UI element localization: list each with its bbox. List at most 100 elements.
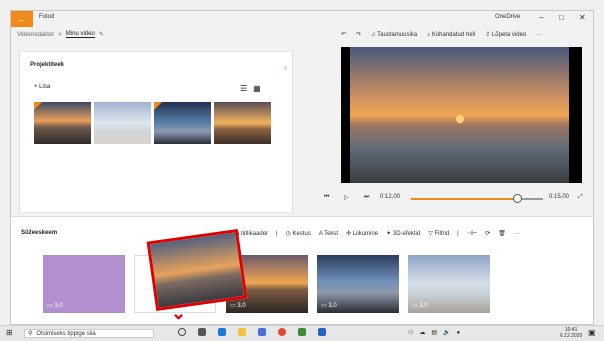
text-label: Tekst — [324, 230, 339, 237]
notification-icon[interactable]: ● — [457, 330, 461, 336]
seek-progress — [411, 198, 517, 200]
add-label: Lisa — [39, 84, 51, 90]
search-placeholder: Otsimiseks tippige siia — [36, 330, 96, 337]
3d-effects-button[interactable]: ✦ 3D-efektid — [386, 230, 420, 237]
minimize-button[interactable]: – — [539, 13, 543, 22]
delete-icon[interactable]: 🗑 — [498, 230, 506, 237]
grid-view-icon[interactable]: ▦ — [253, 84, 261, 93]
close-button[interactable]: ✕ — [579, 13, 586, 22]
store-icon[interactable] — [258, 328, 266, 336]
clip-duration: ▭ 3,0 — [230, 303, 246, 309]
library-thumbnail[interactable] — [34, 102, 91, 144]
project-library: Projektiteek ‹ + Lisa ☰ ▦ — [19, 51, 293, 213]
photos-icon[interactable] — [318, 328, 326, 336]
fullscreen-icon[interactable]: ⤢ — [578, 194, 583, 201]
undo-icon[interactable]: ↶ — [341, 31, 346, 38]
3d-icon: ✦ — [386, 231, 393, 237]
filters-label: Filtrid — [434, 231, 450, 237]
clip-duration: ▭ 3,0 — [321, 303, 337, 309]
background-music-button[interactable]: ♫ Taustamuusika — [371, 32, 417, 38]
breadcrumb-separator: > — [58, 31, 62, 38]
system-tray: ⚇ ☁ ▤ 🔈 ● — [408, 329, 461, 337]
people-icon[interactable]: ⚇ — [408, 329, 413, 336]
playback-controls: ⏮ ▷ ⏭ 0:12,00 0:15,00 ⤢ — [316, 191, 586, 205]
project-library-title: Projektiteek — [30, 62, 65, 68]
title-bar: ← Fotod OneDrive – □ ✕ — [11, 11, 593, 27]
split-icon[interactable]: ⊣⊢ — [467, 230, 477, 237]
clip-card[interactable]: ▭ 3,0 — [317, 255, 399, 313]
storyboard-clips: ▭ 3,0 ▭ 3,0 ▭ 3,0 ▭ 3,0 ⌄ — [43, 228, 563, 323]
redo-icon[interactable]: ↷ — [356, 31, 361, 38]
clock[interactable]: 10:41 6.12.2020 — [560, 327, 582, 339]
add-button[interactable]: + Lisa — [34, 84, 50, 90]
custom-audio-label: Kohandatud heli — [431, 31, 476, 38]
windows-start-icon[interactable]: ⊞ — [6, 328, 13, 337]
motion-icon: ✣ — [346, 231, 353, 237]
dragged-clip-thumbnail — [149, 232, 245, 308]
back-button[interactable]: ← — [11, 11, 33, 27]
video-preview[interactable] — [341, 47, 582, 183]
divider: | — [276, 230, 278, 237]
breadcrumb-root[interactable]: Videoredaktor — [17, 32, 54, 38]
rotate-icon[interactable]: ⟳ — [485, 230, 490, 237]
volume-icon[interactable]: 🔈 — [443, 329, 450, 336]
edge-icon[interactable] — [218, 328, 226, 336]
network-icon[interactable]: ▤ — [431, 329, 437, 336]
clip-duration: ▭ 3,0 — [47, 303, 63, 309]
clip-duration: ▭ 3,0 — [412, 303, 428, 309]
clip-card[interactable]: ▭ 3,0 — [408, 255, 490, 313]
seek-bar[interactable] — [411, 194, 543, 203]
export-icon: ⇪ — [485, 32, 492, 38]
dragged-clip[interactable] — [146, 228, 248, 312]
duration-button[interactable]: ◷ Kestus — [286, 230, 311, 237]
taskbar-search[interactable]: ⚲ Otsimiseks tippige siia — [24, 329, 154, 338]
custom-audio-button[interactable]: ♪ Kohandatud heli — [427, 32, 475, 38]
editor-toolbar: ↶ ↷ ♫ Taustamuusika ♪ Kohandatud heli ⇪ … — [341, 31, 542, 39]
app-icon[interactable] — [298, 328, 306, 336]
more-button[interactable]: ··· — [536, 32, 542, 38]
clip-card[interactable]: ▭ 3,0 — [43, 255, 125, 313]
filters-button[interactable]: ▽ Filtrid — [428, 230, 449, 237]
library-thumbnail[interactable] — [154, 102, 211, 144]
search-icon: ⚲ — [28, 331, 33, 337]
current-time: 0:12,00 — [380, 194, 401, 200]
library-thumbnail[interactable] — [214, 102, 271, 144]
chrome-icon[interactable] — [278, 328, 286, 336]
background-music-label: Taustamuusika — [377, 31, 418, 38]
storyboard: Süžeeskeem ▭ Lisa tiitlikaader | ◷ Kestu… — [11, 216, 593, 324]
file-explorer-icon[interactable] — [238, 328, 246, 336]
play-icon[interactable]: ▷ — [344, 194, 349, 201]
preview-image — [350, 47, 569, 183]
cortana-icon[interactable] — [178, 328, 186, 336]
library-thumbnails — [34, 102, 271, 144]
list-view-icon[interactable]: ☰ — [240, 84, 247, 93]
breadcrumb-current: Minu video — [65, 31, 95, 38]
next-icon[interactable]: ⏭ — [364, 194, 369, 201]
motion-button[interactable]: ✣ Liikumine — [346, 230, 378, 237]
app-window: ← Fotod OneDrive – □ ✕ Videoredaktor > M… — [10, 10, 594, 325]
taskbar-apps — [178, 328, 326, 336]
total-time: 0:15,00 — [549, 194, 570, 200]
maximize-button[interactable]: □ — [559, 13, 564, 22]
onedrive-status[interactable]: OneDrive — [495, 14, 520, 20]
previous-icon[interactable]: ⏮ — [324, 194, 329, 201]
taskbar: ⊞ ⚲ Otsimiseks tippige siia ⚇ ☁ ▤ 🔈 ● 10… — [0, 325, 604, 341]
app-title: Fotod — [39, 14, 55, 20]
onedrive-icon[interactable]: ☁ — [419, 329, 425, 336]
edit-icon[interactable]: ✎ — [99, 31, 104, 38]
duration-label: Kestus — [292, 231, 311, 237]
breadcrumb: Videoredaktor > Minu video ✎ — [17, 31, 104, 38]
down-arrow-icon: ⌄ — [171, 303, 187, 323]
storyboard-toolbar: ▭ Lisa tiitlikaader | ◷ Kestus A Tekst ✣… — [221, 230, 520, 238]
library-thumbnail[interactable] — [94, 102, 151, 144]
divider: | — [457, 230, 459, 237]
finish-video-label: Lõpeta video — [491, 32, 527, 38]
finish-video-button[interactable]: ⇪ Lõpeta video — [485, 31, 526, 38]
clock-icon: ◷ — [285, 231, 293, 237]
more-button[interactable]: ··· — [514, 231, 520, 237]
text-button[interactable]: A Tekst — [319, 231, 338, 237]
action-center-icon[interactable]: ▣ — [588, 328, 596, 337]
seek-handle[interactable] — [512, 194, 522, 203]
collapse-icon[interactable]: ‹ — [284, 62, 287, 72]
task-view-icon[interactable] — [198, 328, 206, 336]
